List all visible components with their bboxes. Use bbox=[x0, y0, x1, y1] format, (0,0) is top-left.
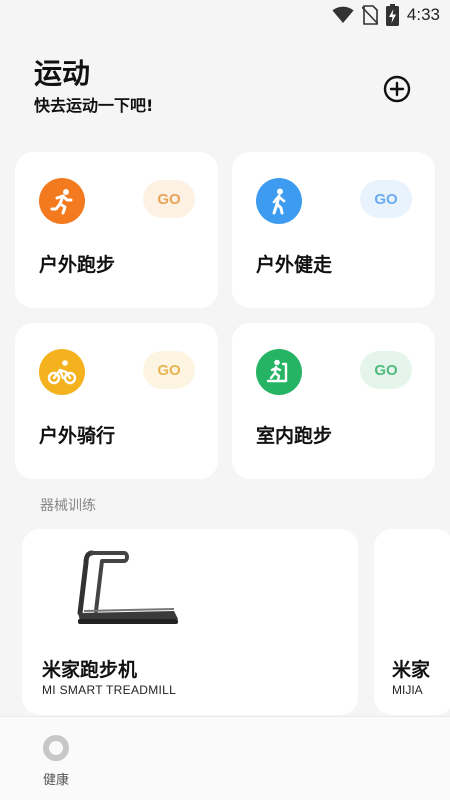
go-button-outdoor-run[interactable]: GO bbox=[143, 180, 195, 218]
add-workout-button[interactable] bbox=[382, 74, 412, 104]
bottom-nav: 健康 bbox=[0, 716, 450, 800]
go-button-outdoor-walk[interactable]: GO bbox=[360, 180, 412, 218]
no-sim-icon bbox=[361, 5, 378, 25]
sport-card-outdoor-run[interactable]: GO 户外跑步 bbox=[15, 152, 218, 308]
sport-card-outdoor-cycle[interactable]: GO 户外骑行 bbox=[15, 323, 218, 479]
equipment-name: 米家跑步机 bbox=[42, 659, 138, 681]
sport-label-outdoor-walk: 户外健走 bbox=[256, 254, 333, 276]
plus-circle-icon bbox=[383, 75, 411, 103]
page-subtitle: 快去运动一下吧! bbox=[34, 96, 154, 115]
walking-icon bbox=[256, 178, 302, 224]
equipment-card-next[interactable]: 米家 MIJIA bbox=[374, 529, 450, 715]
status-time: 4:33 bbox=[406, 5, 440, 24]
sport-label-outdoor-cycle: 户外骑行 bbox=[39, 425, 116, 447]
sport-card-indoor-run[interactable]: GO 室内跑步 bbox=[232, 323, 435, 479]
sport-label-outdoor-run: 户外跑步 bbox=[39, 254, 116, 276]
health-ring-icon bbox=[43, 735, 69, 761]
sport-card-outdoor-walk[interactable]: GO 户外健走 bbox=[232, 152, 435, 308]
equipment-subtitle: MIJIA bbox=[392, 683, 423, 697]
cycling-icon bbox=[39, 349, 85, 395]
equipment-card-treadmill[interactable]: 米家跑步机 MI SMART TREADMILL bbox=[22, 529, 358, 715]
equipment-subtitle: MI SMART TREADMILL bbox=[42, 683, 177, 697]
page-title: 运动 bbox=[34, 57, 91, 90]
treadmill-running-icon bbox=[256, 349, 302, 395]
section-title-equipment: 器械训练 bbox=[40, 498, 96, 514]
go-button-outdoor-cycle[interactable]: GO bbox=[143, 351, 195, 389]
treadmill-image bbox=[77, 550, 178, 624]
wifi-icon bbox=[332, 6, 354, 23]
go-button-indoor-run[interactable]: GO bbox=[360, 351, 412, 389]
battery-charging-icon bbox=[385, 4, 399, 26]
running-icon bbox=[39, 178, 85, 224]
nav-label-health: 健康 bbox=[42, 773, 69, 788]
status-bar: 4:33 bbox=[0, 0, 450, 32]
equipment-name: 米家 bbox=[392, 659, 431, 681]
sport-label-indoor-run: 室内跑步 bbox=[256, 425, 333, 447]
nav-item-health[interactable]: 健康 bbox=[28, 735, 84, 788]
